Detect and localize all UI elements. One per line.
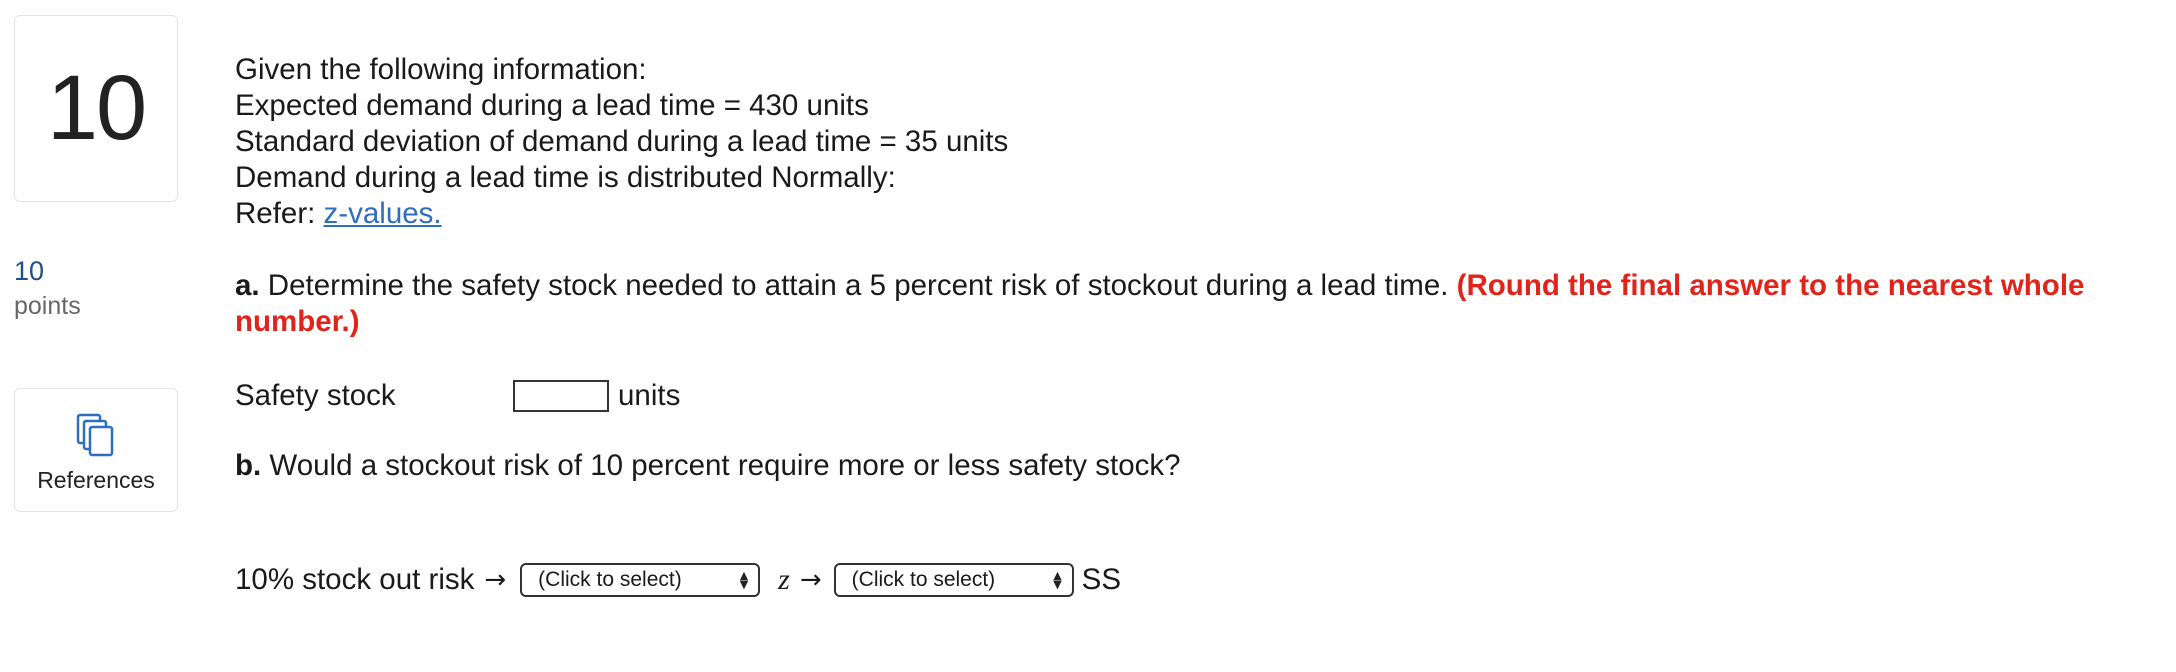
references-label: References <box>37 467 155 493</box>
select-value: (Click to select) <box>538 568 682 591</box>
part-b-question: b. Would a stockout risk of 10 percent r… <box>235 448 1181 484</box>
up-down-chevron-icon: ▲ ▼ <box>1053 569 1062 591</box>
points-label: points <box>14 292 81 320</box>
problem-line: Standard deviation of demand during a le… <box>235 125 1009 158</box>
part-b-text: Would a stockout risk of 10 percent requ… <box>261 449 1181 482</box>
references-button[interactable]: References <box>14 388 178 512</box>
points-value: 10 <box>14 256 45 286</box>
part-a-text: Determine the safety stock needed to att… <box>259 269 1457 302</box>
safety-stock-unit: units <box>618 379 681 412</box>
ss-direction-select[interactable]: (Click to select) ▲ ▼ <box>833 563 1074 597</box>
ss-label: SS <box>1081 563 1122 596</box>
right-arrow-icon: → <box>799 565 822 595</box>
up-down-chevron-icon: ▲ ▼ <box>739 569 749 591</box>
part-a-label: a. <box>235 269 260 302</box>
question-number-box: 10 <box>14 15 178 202</box>
problem-line: Demand during a lead time is distributed… <box>235 161 896 194</box>
problem-line: Given the following information: <box>235 53 647 86</box>
question-number: 10 <box>46 57 147 159</box>
safety-stock-row: Safety stock units <box>235 376 680 416</box>
z-direction-select[interactable]: (Click to select) ▲ ▼ <box>520 563 761 597</box>
risk-prefix: 10% stock out risk <box>235 563 475 596</box>
problem-statement: Given the following information: Expecte… <box>235 52 2155 232</box>
problem-line: Expected demand during a lead time = 430… <box>235 89 869 122</box>
right-arrow-icon: → <box>484 565 507 595</box>
safety-stock-label: Safety stock <box>235 379 396 412</box>
risk-answer-row: 10% stock out risk → (Click to select) ▲… <box>235 560 1121 600</box>
safety-stock-input[interactable] <box>513 380 609 412</box>
refer-prefix: Refer: <box>235 197 324 230</box>
part-b-label: b. <box>235 449 262 482</box>
part-a-question: a. Determine the safety stock needed to … <box>235 268 2135 340</box>
refer-line: Refer: z-values. <box>235 196 2155 232</box>
z-label: z <box>778 563 790 596</box>
select-value: (Click to select) <box>851 568 996 591</box>
copy-documents-icon <box>76 413 116 457</box>
z-values-link[interactable]: z-values. <box>324 197 442 230</box>
